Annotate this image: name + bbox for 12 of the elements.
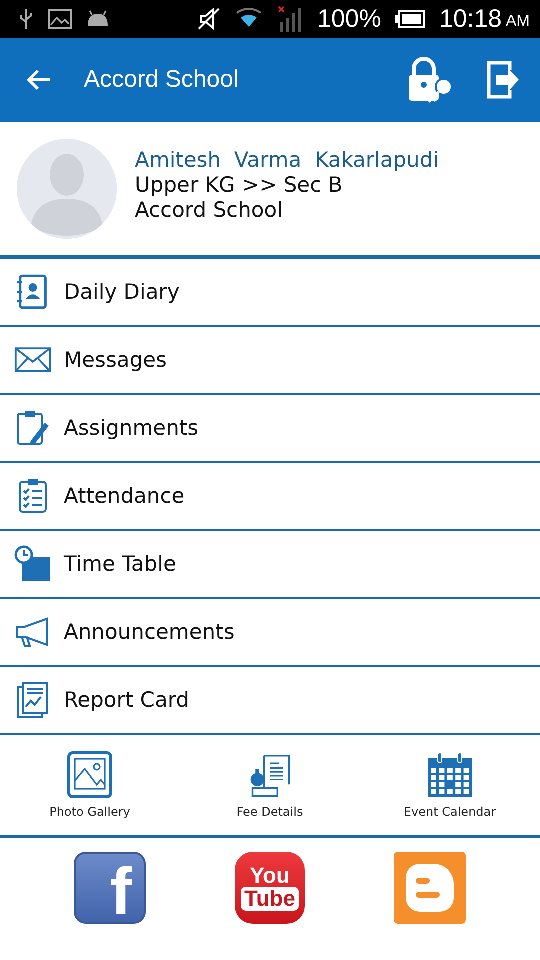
youtube-button[interactable]: You Tube [234, 852, 305, 924]
quick-link[interactable]: Photo Gallery [0, 735, 180, 835]
facebook-button[interactable]: f [74, 852, 146, 924]
student-class: Upper KG >> Sec B [135, 172, 344, 196]
quick-link[interactable]: Fee Details [180, 735, 360, 835]
clock-time: 10:18 [439, 4, 502, 34]
battery-percent: 100% [317, 4, 382, 34]
quick-link[interactable]: Event Calendar [360, 735, 540, 835]
school-name: Accord School [135, 198, 284, 222]
student-name: Amitesh Varma Kakarlapudi [135, 148, 440, 172]
app-bar-title: Accord School [84, 66, 240, 94]
clock-period: AM [506, 12, 530, 30]
